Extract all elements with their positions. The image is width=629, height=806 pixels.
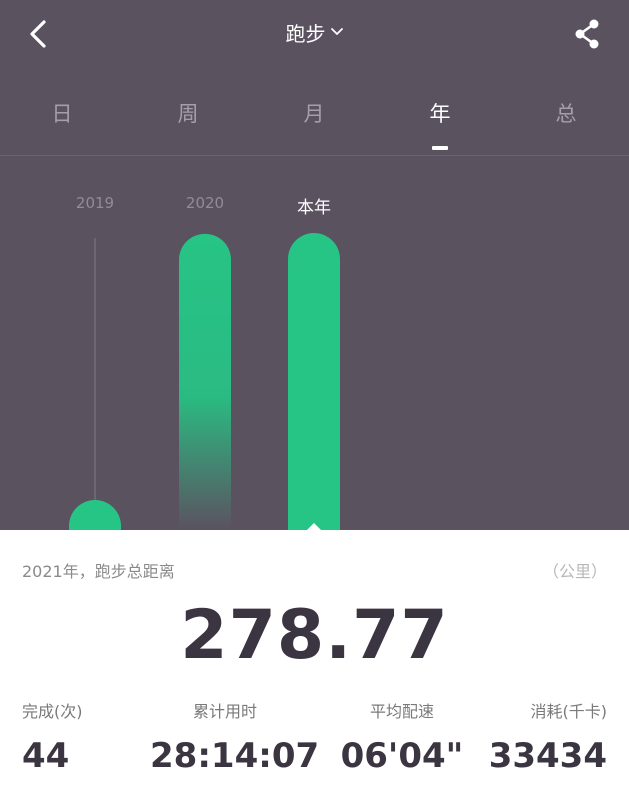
stat-pace-label: 平均配速 <box>369 702 434 721</box>
bar-chart <box>69 233 340 530</box>
stat-duration: 累计用时 28:14:07 <box>150 698 320 776</box>
unit-label: （公里） <box>542 562 607 581</box>
stat-calories-label: 消耗(千卡) <box>530 702 608 721</box>
stat-calories: 消耗(千卡) 33434 <box>489 698 607 776</box>
total-distance: 278.77 <box>180 596 449 675</box>
stat-duration-label: 累计用时 <box>192 702 257 721</box>
stat-pace-value: 06'04" <box>340 736 464 776</box>
stat-count: 完成(次) 44 <box>22 698 83 776</box>
stat-duration-value: 28:14:07 <box>150 736 320 776</box>
stat-pace: 平均配速 06'04" <box>327 698 477 776</box>
bar-2020[interactable] <box>179 233 232 530</box>
chart-panel: 跑步 日 周 月 年 总 2019 2020 本年 <box>0 0 629 530</box>
selection-pointer <box>306 523 322 531</box>
summary-label: 2021年，跑步总距离 <box>22 562 175 581</box>
bar-2019[interactable] <box>69 500 121 530</box>
stat-count-value: 44 <box>22 736 70 776</box>
stat-calories-value: 33434 <box>488 736 607 776</box>
bar-current[interactable] <box>288 233 340 530</box>
stat-count-label: 完成(次) <box>22 702 83 721</box>
summary-panel: 2021年，跑步总距离 （公里） 278.77 完成(次) 44 累计用时 28… <box>0 523 629 806</box>
